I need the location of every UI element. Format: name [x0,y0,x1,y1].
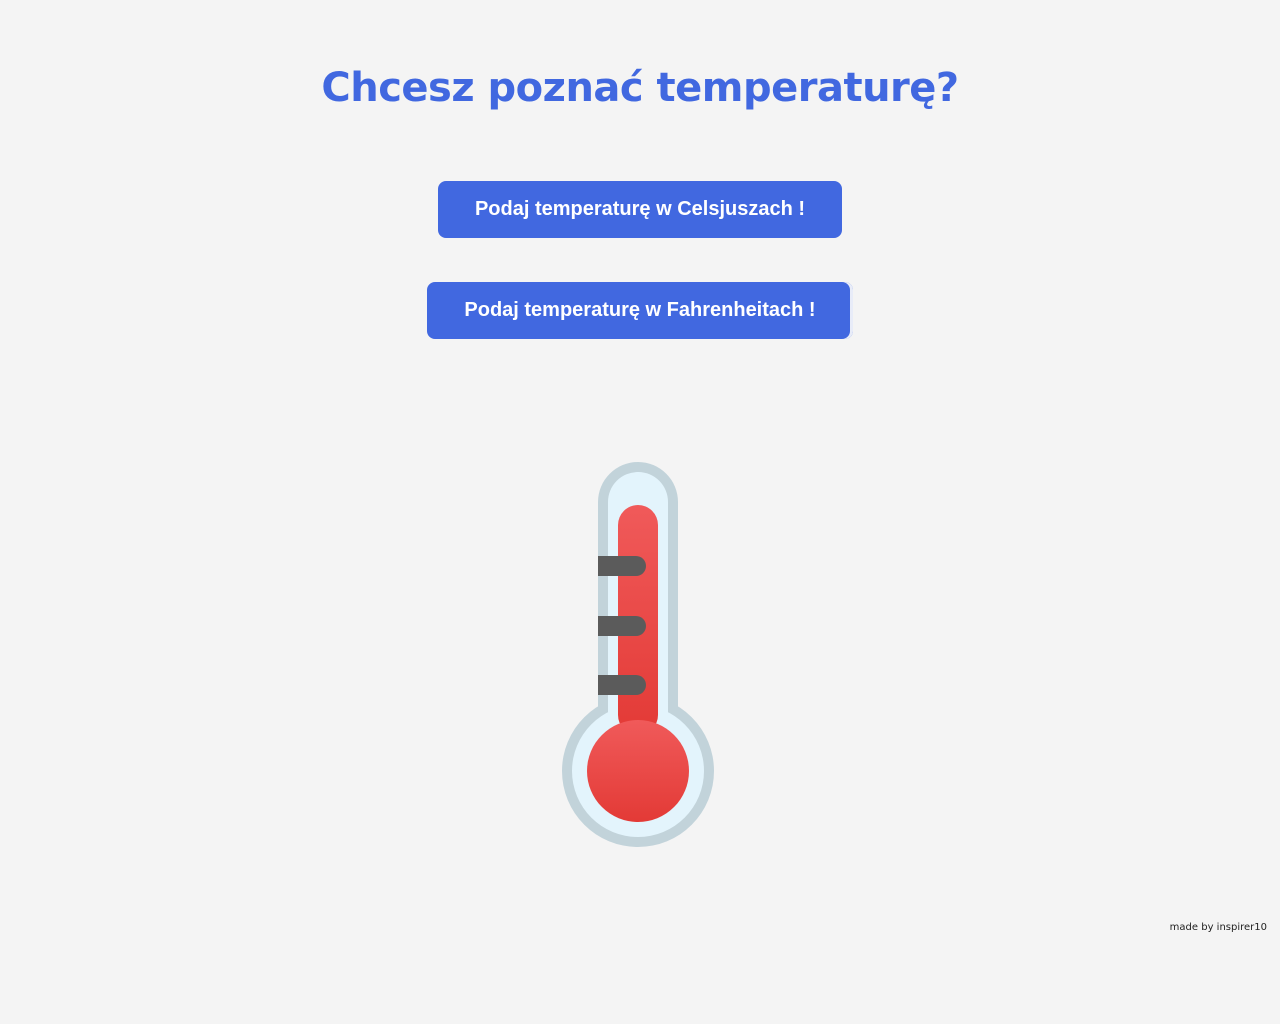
page: Chcesz poznać temperaturę? Podaj tempera… [0,0,1280,1024]
footer-credit: made by inspirer10 [1169,922,1267,933]
fahrenheit-button[interactable]: Podaj temperaturę w Fahrenheitach ! [427,282,853,339]
page-title: Chcesz poznać temperaturę? [321,65,959,111]
thermometer-icon [560,460,720,850]
celsius-button[interactable]: Podaj temperaturę w Celsjuszach ! [438,181,842,238]
